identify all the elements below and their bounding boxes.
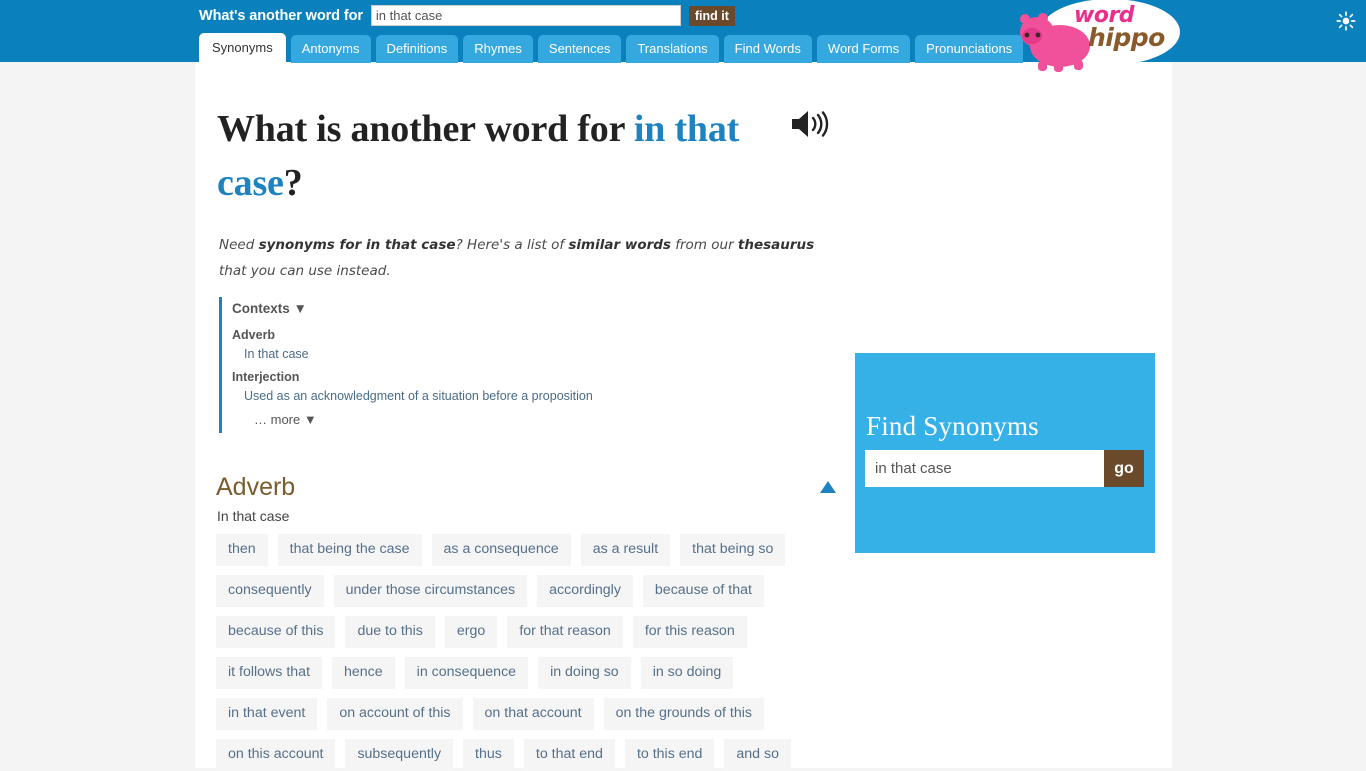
synonym-chip[interactable]: in so doing: [640, 657, 734, 689]
synonym-chip[interactable]: and so: [724, 739, 792, 771]
page-title-prefix: What is another word for: [217, 108, 634, 150]
synonym-chip[interactable]: for this reason: [632, 616, 747, 648]
sun-icon[interactable]: [1336, 11, 1356, 31]
synonym-chip[interactable]: on the grounds of this: [603, 698, 765, 730]
synonym-chip[interactable]: it follows that: [216, 657, 323, 689]
synonym-chip[interactable]: on that account: [472, 698, 594, 730]
lead-part-4: from our: [670, 237, 738, 253]
tab-find-words[interactable]: Find Words: [723, 35, 812, 63]
lead-part-6: that you can use instead.: [219, 263, 391, 279]
synonym-chip[interactable]: accordingly: [537, 575, 633, 607]
tab-sentences[interactable]: Sentences: [537, 35, 622, 63]
search-input[interactable]: [370, 5, 681, 26]
tab-rhymes[interactable]: Rhymes: [463, 35, 533, 63]
synonym-chip[interactable]: subsequently: [345, 739, 454, 771]
synonym-chip[interactable]: to this end: [624, 739, 715, 771]
synonym-chip[interactable]: because of this: [216, 616, 336, 648]
synonym-group-sense: In that case: [217, 508, 290, 524]
tab-translations[interactable]: Translations: [626, 35, 719, 63]
logo-hippo-text: hippo: [1088, 23, 1165, 52]
top-header-bar: What's another word for find it Synonyms…: [0, 0, 1366, 72]
lead-part-0: Need: [219, 237, 259, 253]
synonym-chip[interactable]: in doing so: [538, 657, 631, 689]
find-synonyms-panel: Find Synonyms go: [855, 353, 1155, 553]
context-sense-adverb[interactable]: In that case: [232, 344, 819, 364]
synonym-chip[interactable]: on account of this: [327, 698, 463, 730]
lead-part-1: synonyms for in that case: [258, 237, 456, 253]
search-label: What's another word for: [199, 7, 363, 24]
synonym-chip[interactable]: under those circumstances: [333, 575, 528, 607]
synonym-chip[interactable]: hence: [332, 657, 395, 689]
synonym-group-header: Adverb: [216, 472, 841, 502]
find-synonyms-title: Find Synonyms: [866, 411, 1039, 441]
synonym-chip[interactable]: to that end: [523, 739, 615, 771]
page-title-suffix: ?: [283, 162, 303, 204]
synonym-chip[interactable]: in that event: [216, 698, 318, 730]
tab-antonyms[interactable]: Antonyms: [290, 35, 371, 63]
page-title: What is another word for in that case?: [217, 102, 777, 210]
synonym-chip[interactable]: due to this: [345, 616, 435, 648]
context-pos-adverb: Adverb: [232, 328, 276, 342]
find-synonyms-input[interactable]: [865, 450, 1104, 487]
contexts-title[interactable]: Contexts ▼: [232, 297, 819, 322]
synonym-group-title: Adverb: [216, 473, 296, 501]
synonym-chip[interactable]: consequently: [216, 575, 324, 607]
tab-word-forms[interactable]: Word Forms: [816, 35, 911, 63]
synonym-chip[interactable]: on this account: [216, 739, 336, 771]
tab-pronunciations[interactable]: Pronunciations: [915, 35, 1024, 63]
find-synonyms-form: go: [865, 450, 1144, 487]
synonym-chip[interactable]: thus: [463, 739, 514, 771]
contexts-more-link[interactable]: … more ▼: [232, 406, 819, 429]
synonym-chip[interactable]: in consequence: [404, 657, 529, 689]
lead-part-2: ? Here's a list of: [455, 237, 569, 253]
lead-part-3: similar words: [568, 237, 671, 253]
context-sense-interjection[interactable]: Used as an acknowledgment of a situation…: [232, 386, 819, 406]
speaker-icon[interactable]: [790, 107, 830, 141]
synonym-chip[interactable]: then: [216, 534, 268, 566]
synonym-chip[interactable]: because of that: [642, 575, 764, 607]
synonym-chip[interactable]: as a consequence: [431, 534, 571, 566]
synonym-chip-list: then that being the case as a consequence a…: [216, 534, 841, 771]
context-pos-interjection: Interjection: [232, 370, 300, 384]
synonym-chip[interactable]: as a result: [580, 534, 671, 566]
find-synonyms-go-button[interactable]: go: [1104, 450, 1144, 487]
lead-paragraph: Need synonyms for in that case? Here's a…: [219, 232, 834, 284]
synonym-chip[interactable]: that being so: [680, 534, 786, 566]
contexts-panel: Contexts ▼ Adverb In that case Interject…: [219, 297, 819, 433]
synonym-chip[interactable]: that being the case: [277, 534, 422, 566]
lead-part-5: thesaurus: [737, 237, 815, 253]
tab-synonyms[interactable]: Synonyms: [199, 33, 286, 63]
synonym-chip[interactable]: ergo: [444, 616, 498, 648]
tab-definitions[interactable]: Definitions: [375, 35, 459, 63]
find-it-button[interactable]: find it: [688, 5, 735, 26]
collapse-triangle-up-icon[interactable]: [820, 481, 836, 493]
site-logo[interactable]: word hippo: [1012, 0, 1192, 72]
synonym-chip[interactable]: for that reason: [507, 616, 623, 648]
header-search-row: What's another word for find it: [199, 5, 735, 26]
synonym-group-adverb: Adverb In that case then that being the c…: [216, 472, 841, 771]
nav-tabs: Synonyms Antonyms Definitions Rhymes Sen…: [199, 33, 1024, 63]
